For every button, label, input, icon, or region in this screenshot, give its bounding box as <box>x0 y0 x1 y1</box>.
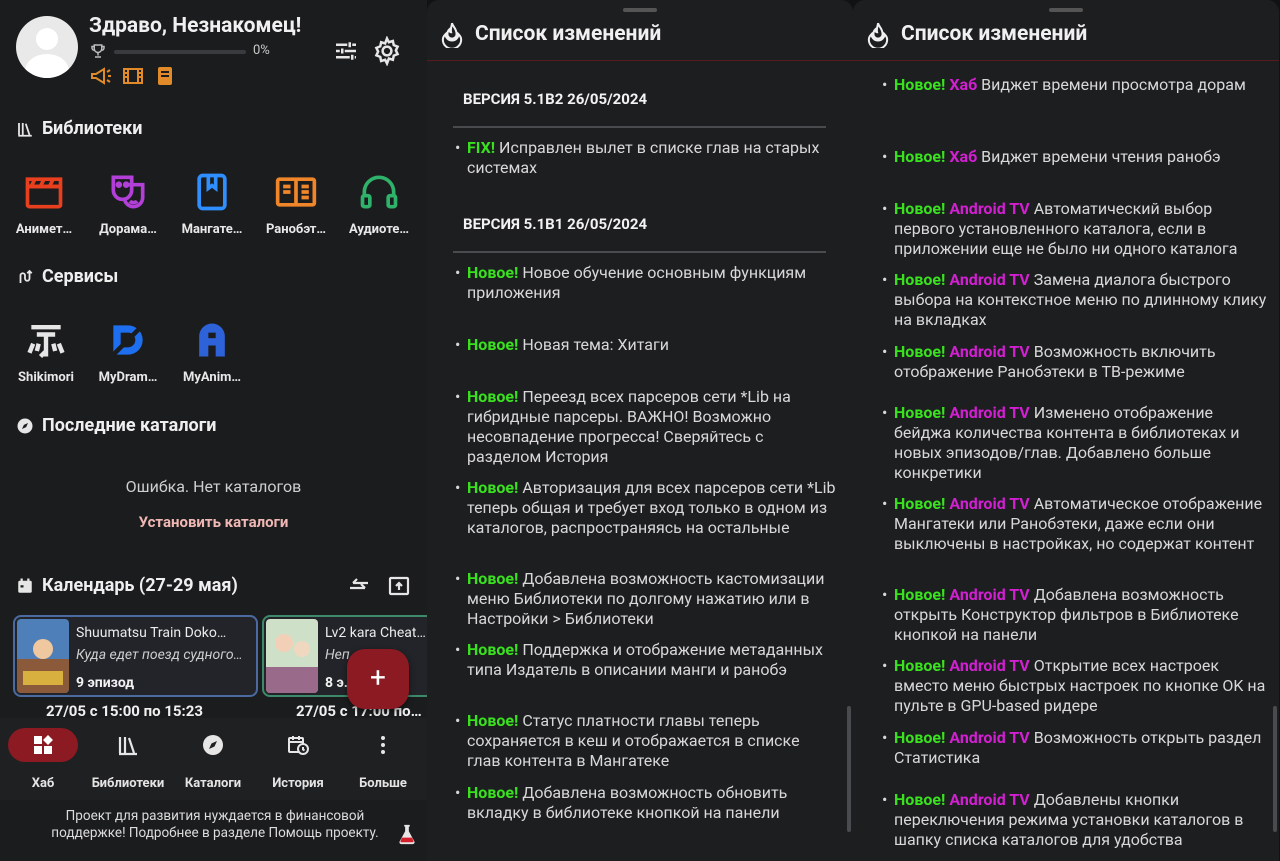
changelog-title: Список изменений <box>475 22 662 46</box>
open-book-icon <box>275 177 317 207</box>
version-header: ВЕРСИЯ 5.1В1 26/05/2024 <box>463 215 648 233</box>
calendar-icon <box>18 578 32 593</box>
drag-handle[interactable] <box>1049 8 1083 12</box>
recent-catalogs-section-title: Последние каталоги <box>16 415 216 436</box>
level-progress-percent: 0% <box>253 43 270 58</box>
drag-handle[interactable] <box>623 8 657 12</box>
changelog-entry: • Новое! Хаб Виджет времени просмотра дор… <box>882 75 1246 94</box>
services-section-title: Сервисы <box>16 266 118 287</box>
calendar-card-title: Lv2 kara Cheat… <box>325 625 426 641</box>
flask-icon <box>399 824 415 845</box>
book-icon <box>153 64 177 86</box>
history-calendar-icon <box>288 736 309 755</box>
compass-icon <box>203 735 223 755</box>
nav-libraries[interactable]: Библиотеки <box>86 728 170 791</box>
changelog-entry: • Новое! Авторизация для всех парсеров се… <box>455 478 836 537</box>
nav-hub[interactable]: Хаб <box>1 728 85 791</box>
shikimori-logo-icon <box>27 324 65 359</box>
changelog-entry: • Новое! Android TV Возможность открыть р… <box>882 728 1262 767</box>
library-books-icon <box>118 737 137 756</box>
calendar-section-title: Календарь (27-29 мая) <box>16 575 238 596</box>
library-tile-manga[interactable]: Мангате… <box>174 170 250 237</box>
version-header: ВЕРСИЯ 5.1В2 26/05/2024 <box>463 90 648 108</box>
service-tile-shikimori[interactable]: Shikimori <box>8 318 84 385</box>
changelog-entry: • Новое! Android TV Автоматическое отобра… <box>882 494 1263 553</box>
changelog-entry: • Новое! Добавлена возможность кастомизац… <box>455 569 825 628</box>
changelog-entry: • Новое! Android TV Изменено отображение … <box>882 403 1240 482</box>
cover-image <box>266 619 318 693</box>
nav-history[interactable]: История <box>256 728 340 791</box>
theater-masks-icon <box>111 175 145 209</box>
calendar-card-subtitle: Куда едет поезд судного… <box>76 647 243 663</box>
film-icon <box>121 64 145 86</box>
calendar-card[interactable]: Shuumatsu Train Doko… Куда едет поезд су… <box>13 615 258 697</box>
trophy-icon <box>91 44 105 58</box>
cover-image <box>17 619 69 693</box>
changelog-entry: • Новое! Android TV Автоматический выбор … <box>882 199 1238 258</box>
avatar[interactable] <box>16 16 78 78</box>
changelog-entry: • Новое! Android TV Добавлена возможность… <box>882 585 1239 644</box>
swap-arrows-icon[interactable] <box>346 574 372 598</box>
hub-grid-icon <box>34 735 53 754</box>
changelog-panel: Список изменений ВЕРСИЯ 5.1В2 26/05/2024… <box>427 0 853 861</box>
changelog-panel: Список изменений • Новое! Хаб Виджет врем… <box>853 0 1279 861</box>
megaphone-icon <box>89 64 113 86</box>
changelog-title: Список изменений <box>901 22 1088 46</box>
changelog-entry: • Новое! Статус платности главы теперь со… <box>455 711 800 770</box>
changelog-entry: • Новое! Android TV Замена диалога быстро… <box>882 270 1267 329</box>
library-tile-dorama[interactable]: Дорама… <box>90 170 166 237</box>
myanimelist-logo-icon <box>199 323 225 357</box>
calendar-card-episode: 9 эпизод <box>76 675 135 691</box>
headphones-icon <box>360 175 398 209</box>
fire-icon <box>867 22 889 48</box>
open-external-icon[interactable] <box>387 574 411 598</box>
scrollbar[interactable] <box>1273 706 1277 832</box>
changelog-entry: • Новое! Android TV Добавлены кнопки пере… <box>882 790 1244 849</box>
library-tile-ranobe[interactable]: Ранобэт… <box>258 170 334 237</box>
compass-icon <box>17 418 33 433</box>
level-progress-bar <box>114 50 246 54</box>
bookmark-book-icon <box>197 173 227 211</box>
bottom-navigation: Хаб Библиотеки Каталоги История Больше <box>0 718 427 800</box>
changelog-entry: • Новое! Добавлена возможность обновить в… <box>455 783 788 822</box>
sliders-icon[interactable] <box>331 36 361 66</box>
donation-banner-text[interactable]: Проект для развития нуждается в финансов… <box>40 808 390 842</box>
changelog-entry: • Новое! Android TV Открытие всех настрое… <box>882 656 1266 715</box>
library-tile-audio[interactable]: Аудиоте… <box>341 170 417 237</box>
libraries-section-title: Библиотеки <box>16 118 142 139</box>
changelog-entry: • Новое! Поддержка и отображение метаданн… <box>455 640 823 679</box>
hub-screen: Здраво, Незнакомец! 0% Библиотеки Анимет… <box>0 0 427 861</box>
nav-catalogs[interactable]: Каталоги <box>171 728 255 791</box>
library-books-icon <box>18 122 32 137</box>
changelog-entry: • Новое! Android TV Возможность включить … <box>882 342 1216 381</box>
service-tile-myanimelist[interactable]: MyAnim… <box>174 318 250 385</box>
fire-icon <box>441 22 463 48</box>
gear-icon[interactable] <box>372 36 402 66</box>
changelog-entry: • Новое! Хаб Виджет времени чтения ранобэ <box>882 147 1221 166</box>
services-icon <box>19 269 33 283</box>
changelog-entry: • Новое! Новая тема: Хитаги <box>455 335 669 354</box>
calendar-card-title: Shuumatsu Train Doko… <box>76 625 227 641</box>
nav-more[interactable]: Больше <box>341 728 425 791</box>
scrollbar[interactable] <box>847 706 851 832</box>
add-fab-button[interactable]: + <box>347 649 409 709</box>
changelog-entry: • Новое! Новое обучение основным функциям… <box>455 263 807 302</box>
mydramalist-logo-icon <box>109 321 147 359</box>
service-tile-mydramalist[interactable]: MyDram… <box>90 318 166 385</box>
more-vertical-icon <box>381 736 385 754</box>
catalogs-empty-message: Ошибка. Нет каталогов <box>125 477 302 496</box>
clapperboard-icon <box>25 177 63 209</box>
install-catalogs-button[interactable]: Установить каталоги <box>0 513 427 531</box>
achievement-badges <box>89 64 177 86</box>
changelog-entry: • FIX! Исправлен вылет в списке глав на с… <box>455 138 820 177</box>
library-tile-anime[interactable]: Анимет… <box>6 170 82 237</box>
changelog-entry: • Новое! Переезд всех парсеров сети *Lib … <box>455 387 791 466</box>
greeting-title: Здраво, Незнакомец! <box>89 14 302 38</box>
